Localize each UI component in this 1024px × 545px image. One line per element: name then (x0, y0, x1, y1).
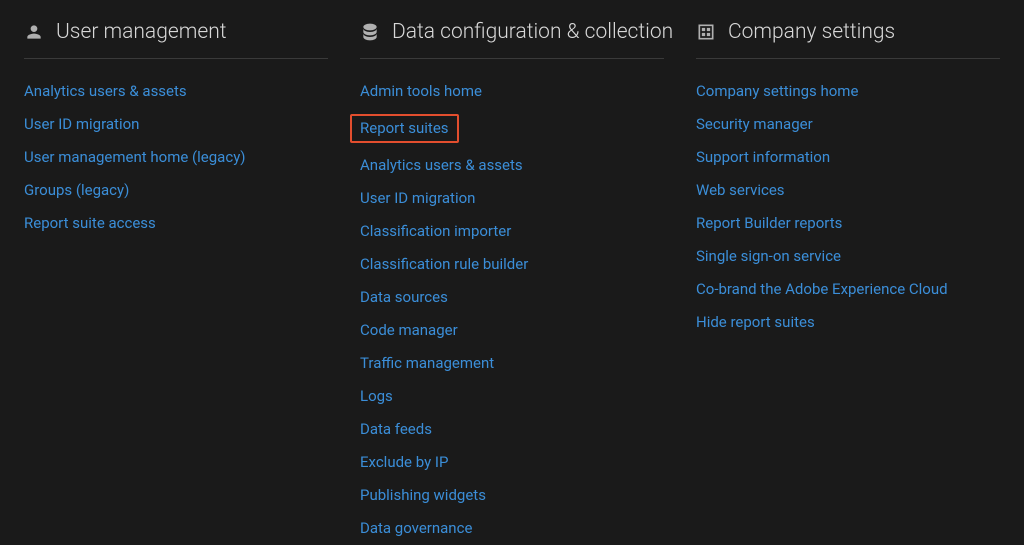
link-item: Logs (360, 380, 664, 413)
link-item: Analytics users & assets (360, 149, 664, 182)
link-item: Web services (696, 174, 1000, 207)
link-report-builder-reports[interactable]: Report Builder reports (696, 213, 842, 234)
column-title: Data configuration & collection (392, 20, 673, 44)
link-traffic-management[interactable]: Traffic management (360, 353, 494, 374)
link-user-management-home-legacy[interactable]: User management home (legacy) (24, 147, 246, 168)
link-data-governance[interactable]: Data governance (360, 518, 472, 539)
link-code-manager[interactable]: Code manager (360, 320, 458, 341)
link-logs[interactable]: Logs (360, 386, 393, 407)
column-title: Company settings (728, 20, 895, 44)
column-header-company-settings: Company settings (696, 20, 1000, 59)
column-data-configuration: Data configuration & collection Admin to… (360, 20, 664, 515)
link-item: Admin tools home (360, 75, 664, 108)
link-classification-importer[interactable]: Classification importer (360, 221, 511, 242)
link-support-information[interactable]: Support information (696, 147, 830, 168)
link-item: Report Builder reports (696, 207, 1000, 240)
link-item: Hide report suites (696, 306, 1000, 339)
link-item: Publishing widgets (360, 479, 664, 512)
link-item: User management home (legacy) (24, 141, 328, 174)
link-item: Single sign-on service (696, 240, 1000, 273)
column-user-management: User management Analytics users & assets… (24, 20, 328, 515)
link-item: Co-brand the Adobe Experience Cloud (696, 273, 1000, 306)
link-item: Analytics users & assets (24, 75, 328, 108)
link-item: Code manager (360, 314, 664, 347)
link-data-sources[interactable]: Data sources (360, 287, 448, 308)
database-icon (360, 22, 380, 42)
link-user-id-migration[interactable]: User ID migration (24, 114, 139, 135)
link-list-user-management: Analytics users & assets User ID migrati… (24, 75, 328, 240)
link-data-feeds[interactable]: Data feeds (360, 419, 432, 440)
user-icon (24, 22, 44, 42)
link-item: Exclude by IP (360, 446, 664, 479)
link-publishing-widgets[interactable]: Publishing widgets (360, 485, 486, 506)
link-co-brand-adobe-experience-cloud[interactable]: Co-brand the Adobe Experience Cloud (696, 279, 948, 300)
link-item: User ID migration (24, 108, 328, 141)
column-header-data-configuration: Data configuration & collection (360, 20, 664, 59)
link-security-manager[interactable]: Security manager (696, 114, 813, 135)
building-icon (696, 22, 716, 42)
link-item: Security manager (696, 108, 1000, 141)
link-item: Data sources (360, 281, 664, 314)
link-item: Groups (legacy) (24, 174, 328, 207)
link-list-data-configuration: Admin tools home Report suites Analytics… (360, 75, 664, 545)
column-company-settings: Company settings Company settings home S… (696, 20, 1000, 515)
link-analytics-users-assets-2[interactable]: Analytics users & assets (360, 155, 523, 176)
link-item: Support information (696, 141, 1000, 174)
link-exclude-by-ip[interactable]: Exclude by IP (360, 452, 448, 473)
link-single-sign-on-service[interactable]: Single sign-on service (696, 246, 841, 267)
link-item: Classification rule builder (360, 248, 664, 281)
link-list-company-settings: Company settings home Security manager S… (696, 75, 1000, 339)
link-classification-rule-builder[interactable]: Classification rule builder (360, 254, 528, 275)
link-item: Data feeds (360, 413, 664, 446)
link-user-id-migration-2[interactable]: User ID migration (360, 188, 475, 209)
link-item: Classification importer (360, 215, 664, 248)
link-item: Data governance (360, 512, 664, 545)
link-analytics-users-assets[interactable]: Analytics users & assets (24, 81, 187, 102)
link-company-settings-home[interactable]: Company settings home (696, 81, 858, 102)
link-report-suites[interactable]: Report suites (350, 114, 459, 143)
link-web-services[interactable]: Web services (696, 180, 785, 201)
link-item-highlighted: Report suites (360, 108, 664, 149)
link-hide-report-suites[interactable]: Hide report suites (696, 312, 815, 333)
link-groups-legacy[interactable]: Groups (legacy) (24, 180, 129, 201)
link-item: Report suite access (24, 207, 328, 240)
column-header-user-management: User management (24, 20, 328, 59)
link-item: Company settings home (696, 75, 1000, 108)
column-title: User management (56, 20, 227, 44)
link-item: Traffic management (360, 347, 664, 380)
link-item: User ID migration (360, 182, 664, 215)
link-report-suite-access[interactable]: Report suite access (24, 213, 156, 234)
link-admin-tools-home[interactable]: Admin tools home (360, 81, 482, 102)
